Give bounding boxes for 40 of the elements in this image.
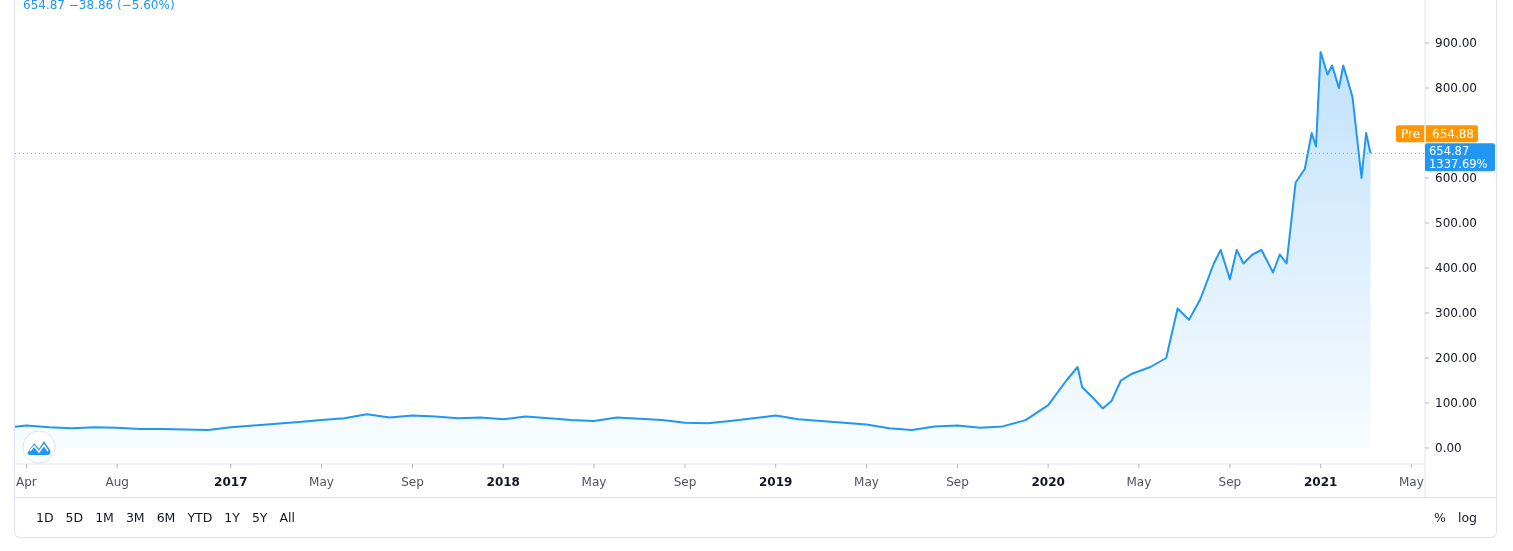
logo-icon[interactable] [22, 430, 56, 464]
axis-label: 300.00 [1435, 306, 1477, 320]
axis-label: Aug [105, 475, 129, 489]
range-button[interactable]: 3M [120, 506, 150, 529]
scale-button[interactable]: % [1429, 506, 1451, 529]
axis-label: Apr [16, 475, 37, 489]
axis-label: Sep [1218, 475, 1242, 489]
axis-label: 2021 [1303, 475, 1338, 489]
axis-label: May [854, 475, 879, 489]
range-button[interactable]: YTD [182, 506, 218, 529]
axis-label: Sep [946, 475, 969, 489]
axis-label: 200.00 [1435, 351, 1477, 365]
axis-label: 2020 [1031, 475, 1065, 489]
axis-label: 100.00 [1435, 396, 1477, 410]
price-legend: 654.87 −38.86 (−5.60%) [23, 0, 175, 12]
range-button[interactable]: 5Y [246, 506, 273, 529]
axis-label: 2017 [214, 475, 248, 489]
scale-button[interactable]: log [1452, 506, 1482, 529]
range-button[interactable]: 5D [60, 506, 89, 529]
range-button[interactable]: 1Y [219, 506, 245, 529]
axis-label: 2018 [486, 475, 520, 489]
axis-label: May [1126, 475, 1152, 489]
axis-label: 600.00 [1435, 171, 1477, 185]
range-button[interactable]: 6M [151, 506, 181, 529]
axis-label: Sep [673, 475, 697, 489]
axis-label: 500.00 [1435, 216, 1477, 230]
axis-label: 2019 [759, 475, 793, 489]
axis-label: 400.00 [1435, 261, 1477, 275]
range-button[interactable]: 1M [90, 506, 119, 529]
axis-label: May [309, 475, 334, 489]
premarket-price-badge: Pre 654.88 [1396, 124, 1478, 144]
range-button[interactable]: All [274, 506, 300, 529]
axis-label: 800.00 [1435, 81, 1477, 95]
axis-label: 900.00 [1435, 36, 1477, 50]
axis-label: 0.00 [1435, 441, 1462, 455]
last-price-badge: 654.87 1337.69% [1425, 143, 1495, 172]
axis-label: May [581, 475, 607, 489]
axis-label: May [1398, 475, 1424, 489]
axis-label: Sep [401, 475, 424, 489]
range-button[interactable]: 1D [31, 506, 59, 529]
